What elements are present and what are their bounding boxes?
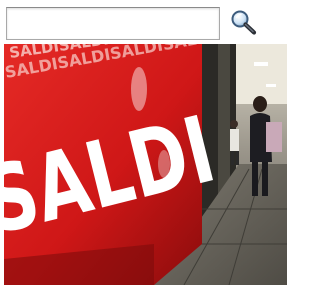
saldi-photo: SALDISALDISALDISALDI SALDISALDISALDISALD… (4, 44, 287, 285)
search-button[interactable] (230, 9, 258, 35)
search-page: SALDISALDISALDISALDI SALDISALDISALDISALD… (0, 0, 287, 285)
magnifier-icon (231, 10, 257, 35)
search-input[interactable] (6, 7, 220, 40)
